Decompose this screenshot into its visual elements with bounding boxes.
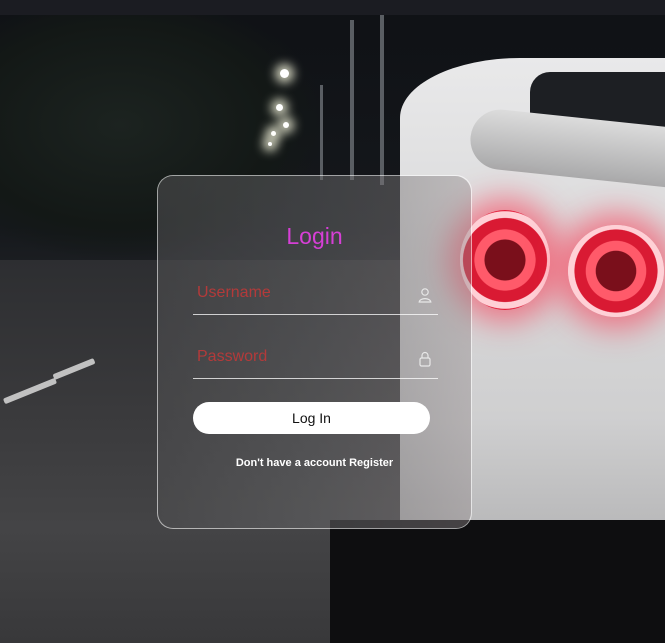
- car-taillight: [568, 225, 664, 317]
- street-light: [268, 142, 272, 146]
- lane-marking: [2, 377, 58, 405]
- password-field: [193, 338, 438, 379]
- street-pole: [350, 20, 354, 180]
- login-title: Login: [286, 223, 343, 249]
- username-field: [193, 274, 438, 315]
- street-light: [280, 69, 289, 78]
- login-button[interactable]: Log In: [193, 402, 430, 434]
- top-strip: [0, 0, 665, 15]
- car-bumper: [330, 520, 665, 643]
- username-input[interactable]: [193, 280, 411, 306]
- register-link[interactable]: Register: [349, 457, 393, 469]
- register-prompt-text: Don't have a account: [235, 457, 347, 469]
- user-icon: [418, 288, 432, 303]
- car-taillight: [460, 210, 550, 310]
- street-light: [283, 122, 289, 128]
- lane-marking: [52, 357, 96, 381]
- street-light: [276, 104, 283, 111]
- register-prompt: Don't have a account Register: [158, 457, 471, 469]
- password-input[interactable]: [193, 344, 411, 370]
- street-pole: [380, 15, 384, 185]
- login-form: Login Log In Don't have a account Regist…: [157, 175, 472, 529]
- street-light: [271, 131, 276, 136]
- lock-icon: [419, 351, 431, 367]
- street-pole: [320, 85, 323, 180]
